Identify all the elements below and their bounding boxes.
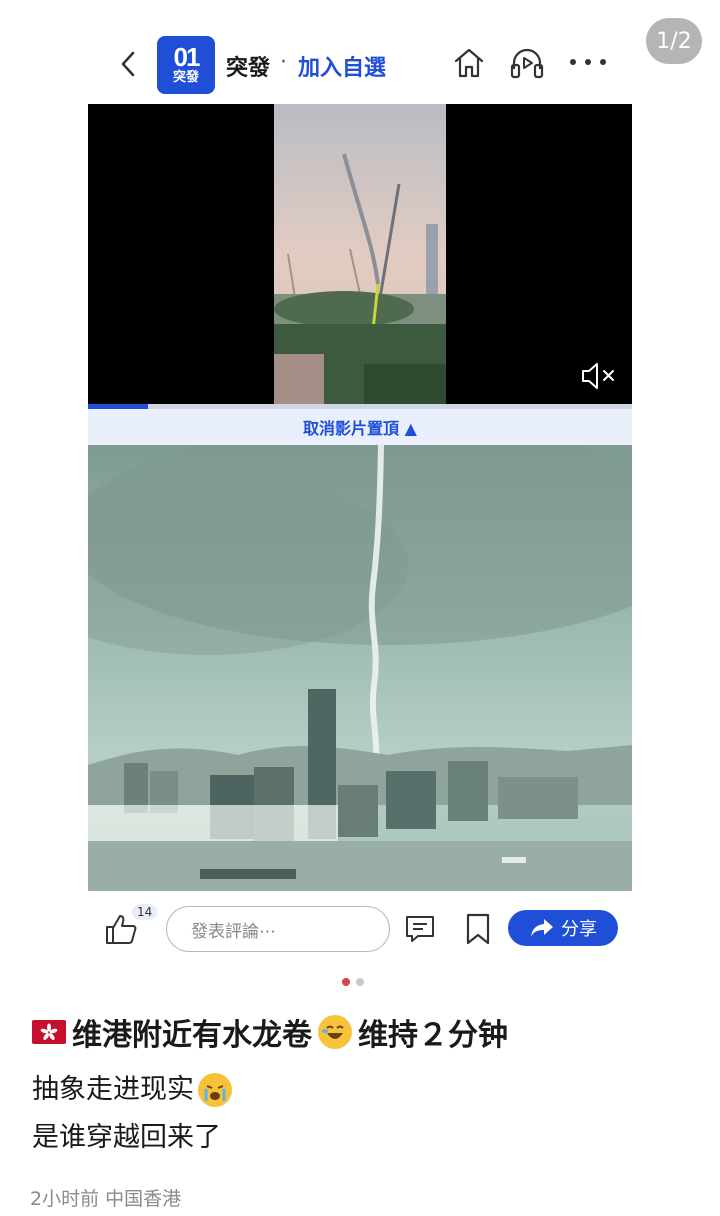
listen-button[interactable] [509,45,545,81]
logo-number: 01 [173,42,201,72]
post-meta: 2小时前 中国香港 [30,1188,182,1210]
back-button[interactable] [112,48,144,80]
unpin-video-button[interactable]: 取消影片置頂 ▲ [88,409,632,445]
more-button[interactable] [570,54,606,70]
home-icon [454,48,484,78]
header: 01 突發 突發 · 加入自選 [0,30,720,100]
waterspout-photo[interactable] [88,445,632,891]
crying-emoji-icon [198,1073,232,1107]
mute-icon [582,363,614,389]
comments-button[interactable] [404,914,436,944]
post-body-line-2: 是谁穿越回来了 [32,1122,221,1153]
logo-sub: 突發 [172,69,199,84]
headphones-icon [510,48,544,79]
mute-button[interactable] [580,360,618,392]
post-title-text: 维港附近有水龙卷 [72,1018,312,1053]
bookmark-icon [466,913,490,945]
comment-icon [406,916,434,942]
more-icon [570,59,576,65]
post-body-line-1: 抽象走进现实 [32,1074,194,1105]
image-pager [342,978,364,986]
share-button[interactable]: 分享 [508,910,618,946]
join-channel-link[interactable]: 加入自選 [298,50,386,82]
comment-input[interactable]: 發表評論⋯ [166,906,390,952]
pager-dot-active [342,978,350,986]
post-title-suffix: 维持２分钟 [358,1018,508,1053]
video-frame [274,104,446,406]
post-title: 维港附近有水龙卷 维持２分钟 [32,1010,508,1054]
separator: · [280,50,287,75]
channel-name[interactable]: 突發 [226,50,270,82]
share-label: 分享 [561,919,597,940]
home-button[interactable] [452,46,486,80]
back-icon [121,51,135,77]
channel-logo[interactable]: 01 突發 [157,36,215,94]
post-body: 抽象走进现实 是谁穿越回来了 [32,1066,232,1162]
laughing-emoji-icon [318,1015,352,1049]
hk-flag-icon [32,1020,66,1044]
share-arrow-icon [531,919,553,937]
pager-dot [356,978,364,986]
action-bar: 14 發表評論⋯ 分享 [88,898,632,962]
video-player[interactable] [88,104,632,406]
bookmark-button[interactable] [464,912,492,946]
like-count: 14 [132,904,158,920]
